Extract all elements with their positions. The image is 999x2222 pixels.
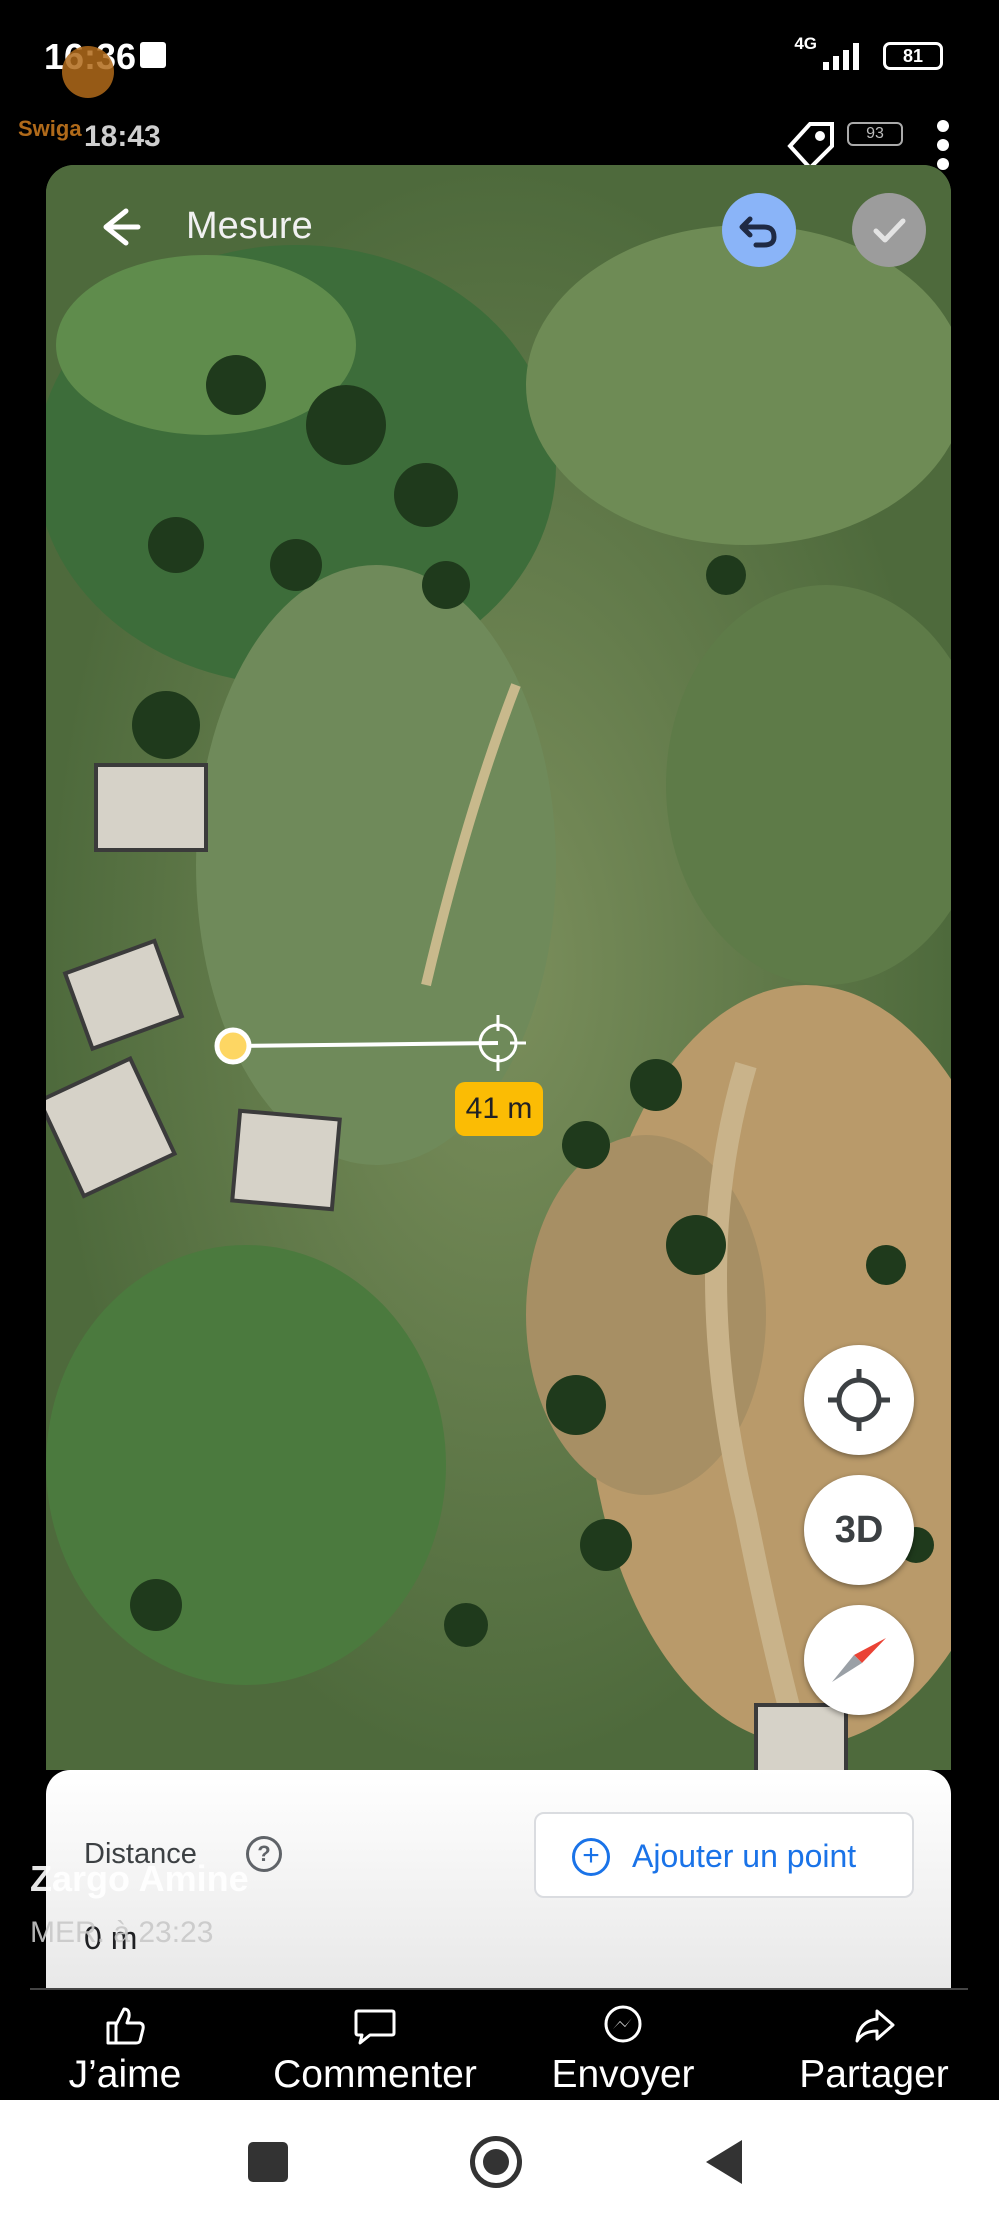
send-label: Envoyer — [551, 2053, 695, 2096]
like-button[interactable]: J’aime — [60, 1995, 190, 2100]
divider — [30, 1988, 968, 1990]
inner-status-time: 18:43 — [84, 120, 161, 153]
add-point-button[interactable]: + Ajouter un point — [534, 1812, 914, 1898]
status-bar: 16:36 4G 81 — [0, 0, 999, 110]
3d-toggle-button[interactable]: 3D — [804, 1475, 914, 1585]
comment-button[interactable]: Commenter — [262, 1995, 488, 2100]
watermark-text: Swiga — [18, 116, 82, 141]
upload-icon — [140, 42, 166, 68]
home-button[interactable] — [470, 2136, 522, 2188]
send-button[interactable]: Envoyer — [548, 1995, 698, 2100]
page-title: Mesure — [186, 205, 313, 247]
undo-button[interactable] — [722, 193, 796, 267]
share-label: Partager — [799, 2053, 949, 2096]
comment-label: Commenter — [273, 2053, 477, 2096]
comment-bubble-icon — [354, 2009, 396, 2045]
messenger-icon — [604, 2005, 642, 2043]
crosshair-location-icon — [828, 1369, 890, 1431]
back-arrow-icon[interactable] — [86, 195, 150, 259]
like-label: J’aime — [68, 2053, 182, 2096]
signal-icon — [823, 43, 859, 70]
back-button[interactable] — [706, 2140, 742, 2184]
done-button[interactable] — [852, 193, 926, 267]
system-navigation-bar — [0, 2100, 999, 2222]
my-location-button[interactable] — [804, 1345, 914, 1455]
add-point-label: Ajouter un point — [632, 1838, 857, 1874]
add-circle-icon: + — [572, 1838, 610, 1876]
checkmark-icon — [873, 218, 906, 243]
post-action-bar: J’aime Commenter Envoyer Partager — [0, 1995, 999, 2100]
share-button[interactable]: Partager — [794, 1995, 954, 2100]
battery-indicator: 81 — [883, 42, 943, 70]
post-author[interactable]: Zargo Amine — [30, 1858, 249, 1900]
undo-icon — [739, 216, 777, 248]
measure-start-point — [214, 1027, 252, 1065]
network-type: 4G — [794, 34, 817, 53]
inner-battery: 93 — [847, 122, 903, 146]
compass-icon — [832, 1638, 886, 1682]
help-icon[interactable]: ? — [246, 1836, 282, 1872]
thumbs-up-icon — [106, 2007, 145, 2045]
recent-apps-button[interactable] — [248, 2142, 288, 2182]
map-top-bar: Mesure — [46, 165, 951, 295]
post-timestamp: MER. à 23:23 — [30, 1916, 214, 1949]
compass-button[interactable] — [804, 1605, 914, 1715]
measurement-label: 41 m — [455, 1082, 543, 1136]
share-arrow-icon — [855, 2009, 895, 2043]
